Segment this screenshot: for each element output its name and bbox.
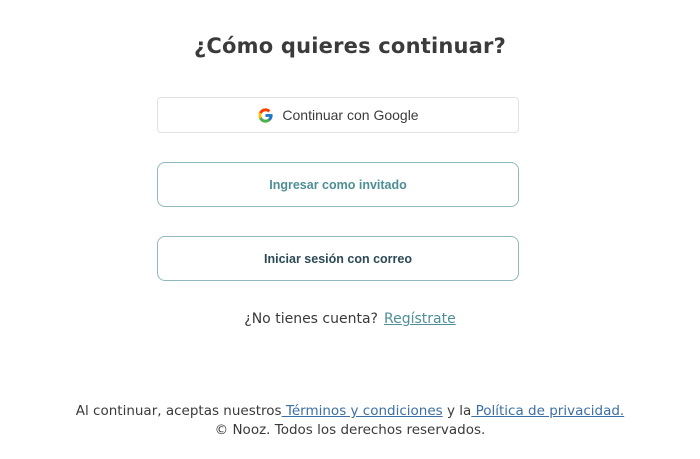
page-title: ¿Cómo quieres continuar? (194, 34, 506, 58)
google-g-icon (258, 107, 273, 123)
signup-prompt: ¿No tienes cuenta? Regístrate (0, 311, 700, 327)
terms-link[interactable]: Términos y condiciones (282, 403, 443, 419)
terms-line: Al continuar, aceptas nuestros Términos … (0, 402, 700, 421)
email-login-button[interactable]: Iniciar sesión con correo (157, 236, 519, 281)
legal-footer: Al continuar, aceptas nuestros Términos … (0, 402, 700, 440)
terms-connector: y la (442, 403, 472, 419)
signup-question: ¿No tienes cuenta? (244, 311, 378, 327)
terms-prefix: Al continuar, aceptas nuestros (75, 403, 282, 419)
email-button-label: Iniciar sesión con correo (264, 251, 412, 266)
copyright-text: © Nooz. Todos los derechos reservados. (214, 422, 486, 438)
privacy-link[interactable]: Política de privacidad. (471, 403, 625, 419)
guest-button-label: Ingresar como invitado (269, 177, 407, 192)
google-button-label: Continuar con Google (282, 107, 419, 123)
login-options-page: ¿Cómo quieres continuar? Continuar con G… (0, 0, 700, 459)
signup-link[interactable]: Regístrate (384, 311, 456, 327)
continue-with-google-button[interactable]: Continuar con Google (157, 97, 519, 133)
guest-login-button[interactable]: Ingresar como invitado (157, 162, 519, 207)
